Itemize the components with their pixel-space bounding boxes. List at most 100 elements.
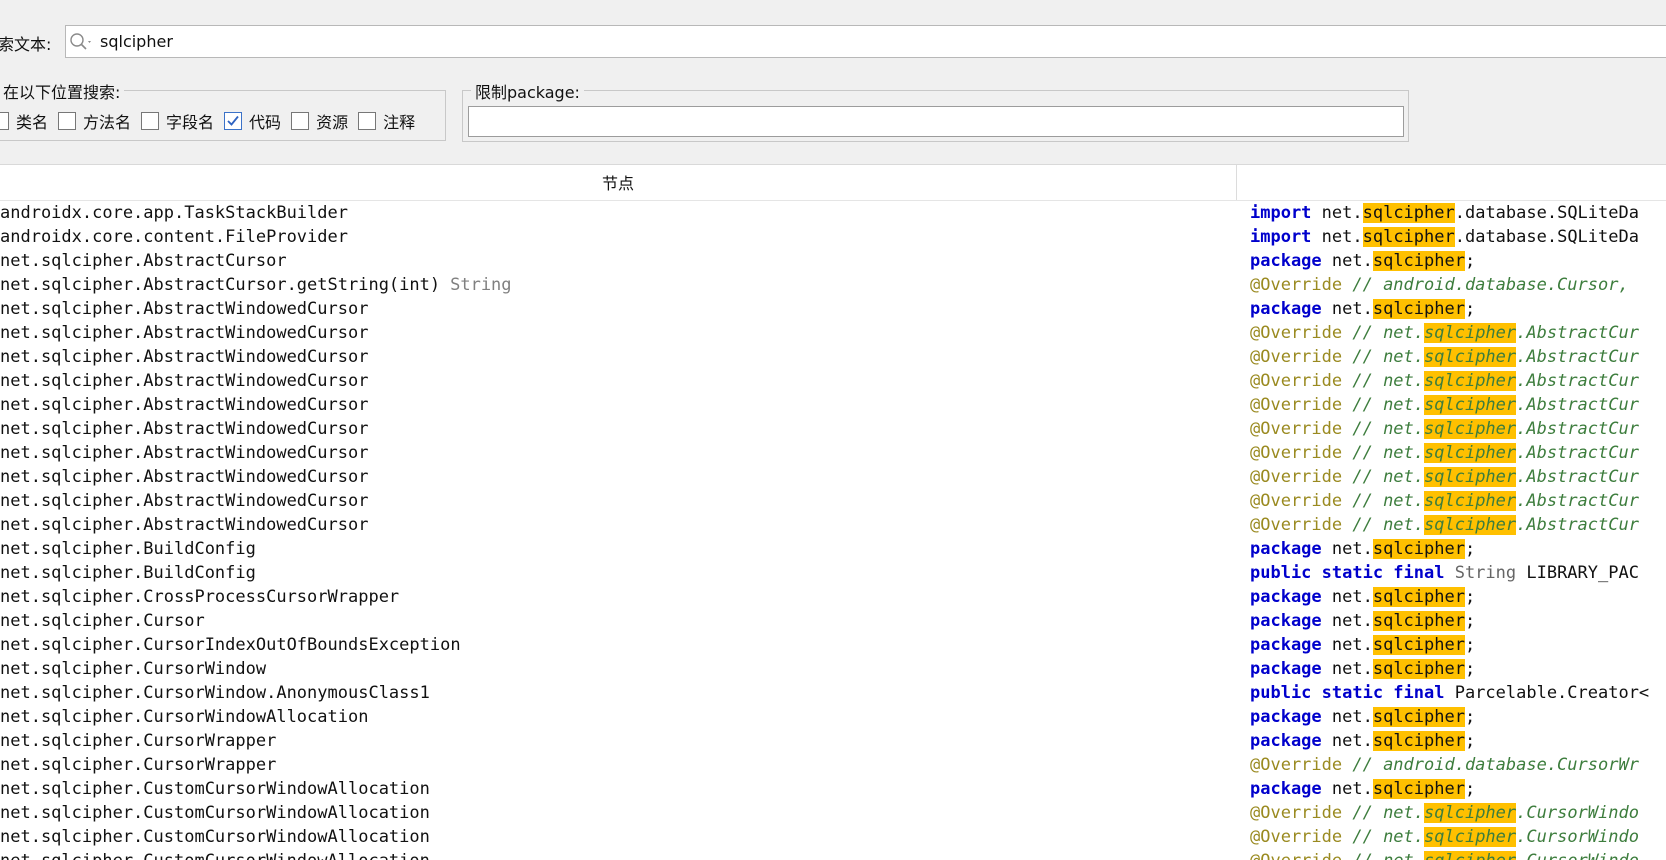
table-row[interactable]: net.sqlcipher.CursorWrapper package net.s… [0,729,1666,753]
row-code-cell: @Override // android.database.Cursor, [1250,273,1629,297]
search-match-highlight: sqlcipher [1372,251,1465,271]
table-row[interactable]: net.sqlcipher.AbstractCursor.getString(i… [0,273,1666,297]
code-token: .AbstractCur [1516,443,1639,463]
code-token: // net. [1342,803,1425,823]
search-match-highlight: sqlcipher [1372,611,1465,631]
code-token: // android.database.CursorWr [1342,755,1639,775]
node-name: net.sqlcipher.AbstractWindowedCursor [0,371,369,391]
search-in-option[interactable]: 注释 [358,109,415,133]
checkbox[interactable] [58,112,77,130]
row-node-cell: net.sqlcipher.CursorWindowAllocation [0,705,368,729]
search-in-option[interactable]: 代码 [224,109,281,133]
node-name: net.sqlcipher.CursorWindow [0,659,267,679]
restrict-package-input[interactable] [468,106,1404,137]
node-name: net.sqlcipher.AbstractWindowedCursor [0,323,369,343]
table-row[interactable]: androidx.core.app.TaskStackBuilder import… [0,201,1666,225]
search-match-highlight: sqlcipher [1362,227,1455,247]
node-name: net.sqlcipher.BuildConfig [0,563,256,583]
code-token: net. [1321,251,1373,271]
table-row[interactable]: net.sqlcipher.AbstractWindowedCursor @Ove… [0,489,1666,513]
row-code-cell: @Override // net.sqlcipher.AbstractCur [1250,369,1639,393]
code-token: // net. [1342,827,1425,847]
table-row[interactable]: net.sqlcipher.CustomCursorWindowAllocati… [0,801,1666,825]
code-token: @Override [1250,275,1343,295]
table-row[interactable]: net.sqlcipher.AbstractWindowedCursor pack… [0,297,1666,321]
column-header-node[interactable]: 节点 [0,165,1237,200]
checkbox-label: 类名 [16,113,49,132]
code-token: package [1250,635,1322,655]
code-token: // net. [1342,515,1425,535]
code-token: net. [1321,587,1373,607]
checkbox-checked[interactable] [224,112,243,130]
code-token: package [1250,659,1322,679]
table-row[interactable]: net.sqlcipher.AbstractWindowedCursor @Ove… [0,321,1666,345]
row-node-cell: net.sqlcipher.AbstractWindowedCursor [0,489,368,513]
search-match-highlight: sqlcipher [1424,323,1517,343]
search-in-option[interactable]: 字段名 [141,109,214,133]
table-row[interactable]: net.sqlcipher.BuildConfig package net.sql… [0,537,1666,561]
table-row[interactable]: net.sqlcipher.AbstractWindowedCursor @Ove… [0,513,1666,537]
search-icon[interactable] [69,32,95,52]
code-token: net. [1321,635,1373,655]
code-token: package [1250,731,1322,751]
row-node-cell: net.sqlcipher.AbstractWindowedCursor [0,393,368,417]
search-match-highlight: sqlcipher [1372,779,1465,799]
table-row[interactable]: net.sqlcipher.AbstractCursor package net.… [0,249,1666,273]
row-code-cell: @Override // net.sqlcipher.AbstractCur [1250,321,1639,345]
search-match-highlight: sqlcipher [1372,659,1465,679]
table-row[interactable]: net.sqlcipher.CursorWindowAllocation pack… [0,705,1666,729]
code-token: package [1250,539,1322,559]
table-row[interactable]: net.sqlcipher.CursorWindow package net.sq… [0,657,1666,681]
search-match-highlight: sqlcipher [1424,395,1517,415]
search-in-option[interactable]: 方法名 [58,109,131,133]
table-row[interactable]: net.sqlcipher.AbstractWindowedCursor @Ove… [0,465,1666,489]
code-token: net. [1321,707,1373,727]
table-row[interactable]: net.sqlcipher.AbstractWindowedCursor @Ove… [0,393,1666,417]
code-token: net. [1321,659,1373,679]
table-row[interactable]: net.sqlcipher.AbstractWindowedCursor @Ove… [0,369,1666,393]
code-token: ; [1464,707,1476,727]
search-in-group: 在以下位置搜索: 类名 方法名 字段名 代码 资源 注释 [0,79,446,141]
table-row[interactable]: net.sqlcipher.CustomCursorWindowAllocati… [0,849,1666,860]
row-node-cell: net.sqlcipher.CustomCursorWindowAllocati… [0,825,430,849]
code-token: .CursorWindo [1516,827,1639,847]
code-token: ; [1464,659,1476,679]
code-token: public static final [1250,563,1445,583]
code-token: @Override [1250,371,1343,391]
table-row[interactable]: androidx.core.content.FileProvider import… [0,225,1666,249]
code-token: // net. [1342,395,1425,415]
checkbox[interactable] [0,112,9,130]
table-row[interactable]: net.sqlcipher.Cursor package net.sqlciphe… [0,609,1666,633]
node-name: net.sqlcipher.CursorWrapper [0,731,277,751]
column-header-code[interactable] [1237,165,1666,200]
search-input[interactable] [100,29,1660,53]
checkbox[interactable] [141,112,160,130]
node-name: net.sqlcipher.CursorWrapper [0,755,277,775]
checkbox[interactable] [291,112,310,130]
table-row[interactable]: net.sqlcipher.CustomCursorWindowAllocati… [0,777,1666,801]
row-node-cell: net.sqlcipher.AbstractWindowedCursor [0,369,368,393]
checkbox-label: 字段名 [166,113,215,132]
table-row[interactable]: net.sqlcipher.CustomCursorWindowAllocati… [0,825,1666,849]
checkbox-label: 代码 [249,113,282,132]
table-row[interactable]: net.sqlcipher.CursorIndexOutOfBoundsExce… [0,633,1666,657]
row-code-cell: package net.sqlcipher; [1250,705,1475,729]
search-in-option[interactable]: 资源 [291,109,348,133]
table-row[interactable]: net.sqlcipher.BuildConfig public static f… [0,561,1666,585]
table-row[interactable]: net.sqlcipher.AbstractWindowedCursor @Ove… [0,441,1666,465]
code-token: .AbstractCur [1516,371,1639,391]
node-name: net.sqlcipher.AbstractWindowedCursor [0,491,369,511]
table-row[interactable]: net.sqlcipher.CrossProcessCursorWrapper p… [0,585,1666,609]
code-token: @Override [1250,755,1343,775]
search-box[interactable] [65,25,1666,58]
table-row[interactable]: net.sqlcipher.CursorWrapper @Override // … [0,753,1666,777]
node-name: net.sqlcipher.CustomCursorWindowAllocati… [0,827,430,847]
search-in-title: 在以下位置搜索: [0,79,125,103]
table-row[interactable]: net.sqlcipher.CursorWindow.AnonymousClas… [0,681,1666,705]
table-row[interactable]: net.sqlcipher.AbstractWindowedCursor @Ove… [0,345,1666,369]
search-in-option[interactable]: 类名 [0,109,48,133]
table-row[interactable]: net.sqlcipher.AbstractWindowedCursor @Ove… [0,417,1666,441]
row-code-cell: @Override // net.sqlcipher.CursorWindo [1250,825,1639,849]
code-token: @Override [1250,803,1343,823]
checkbox[interactable] [358,112,377,130]
